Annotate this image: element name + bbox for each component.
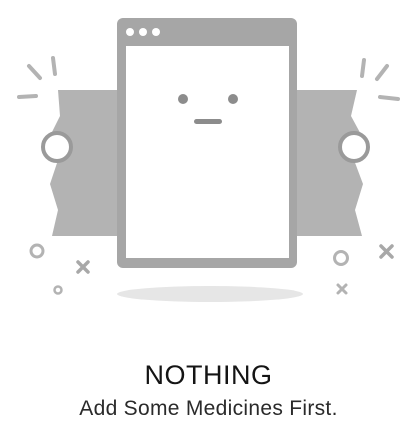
floor-shadow bbox=[117, 286, 303, 302]
cross-icon bbox=[336, 283, 348, 295]
empty-state: NOTHING Add Some Medicines First. bbox=[0, 0, 417, 431]
small-ring-icon bbox=[29, 243, 45, 259]
tiny-ring-icon bbox=[53, 285, 63, 295]
small-ring-icon bbox=[333, 250, 349, 266]
right-ring-icon bbox=[338, 131, 370, 163]
left-sparkle-icon bbox=[17, 56, 57, 99]
left-ring-icon bbox=[41, 131, 73, 163]
right-sparkle-icon bbox=[360, 58, 400, 101]
left-banner bbox=[48, 90, 120, 236]
browser-window-page bbox=[126, 46, 289, 258]
cross-icon bbox=[76, 260, 90, 274]
cross-icon bbox=[379, 244, 394, 259]
window-dots-icon bbox=[126, 28, 160, 36]
empty-state-title: NOTHING bbox=[144, 360, 273, 390]
empty-state-subtitle: Add Some Medicines First. bbox=[79, 397, 338, 420]
right-banner bbox=[296, 90, 364, 236]
empty-illustration bbox=[17, 18, 400, 302]
